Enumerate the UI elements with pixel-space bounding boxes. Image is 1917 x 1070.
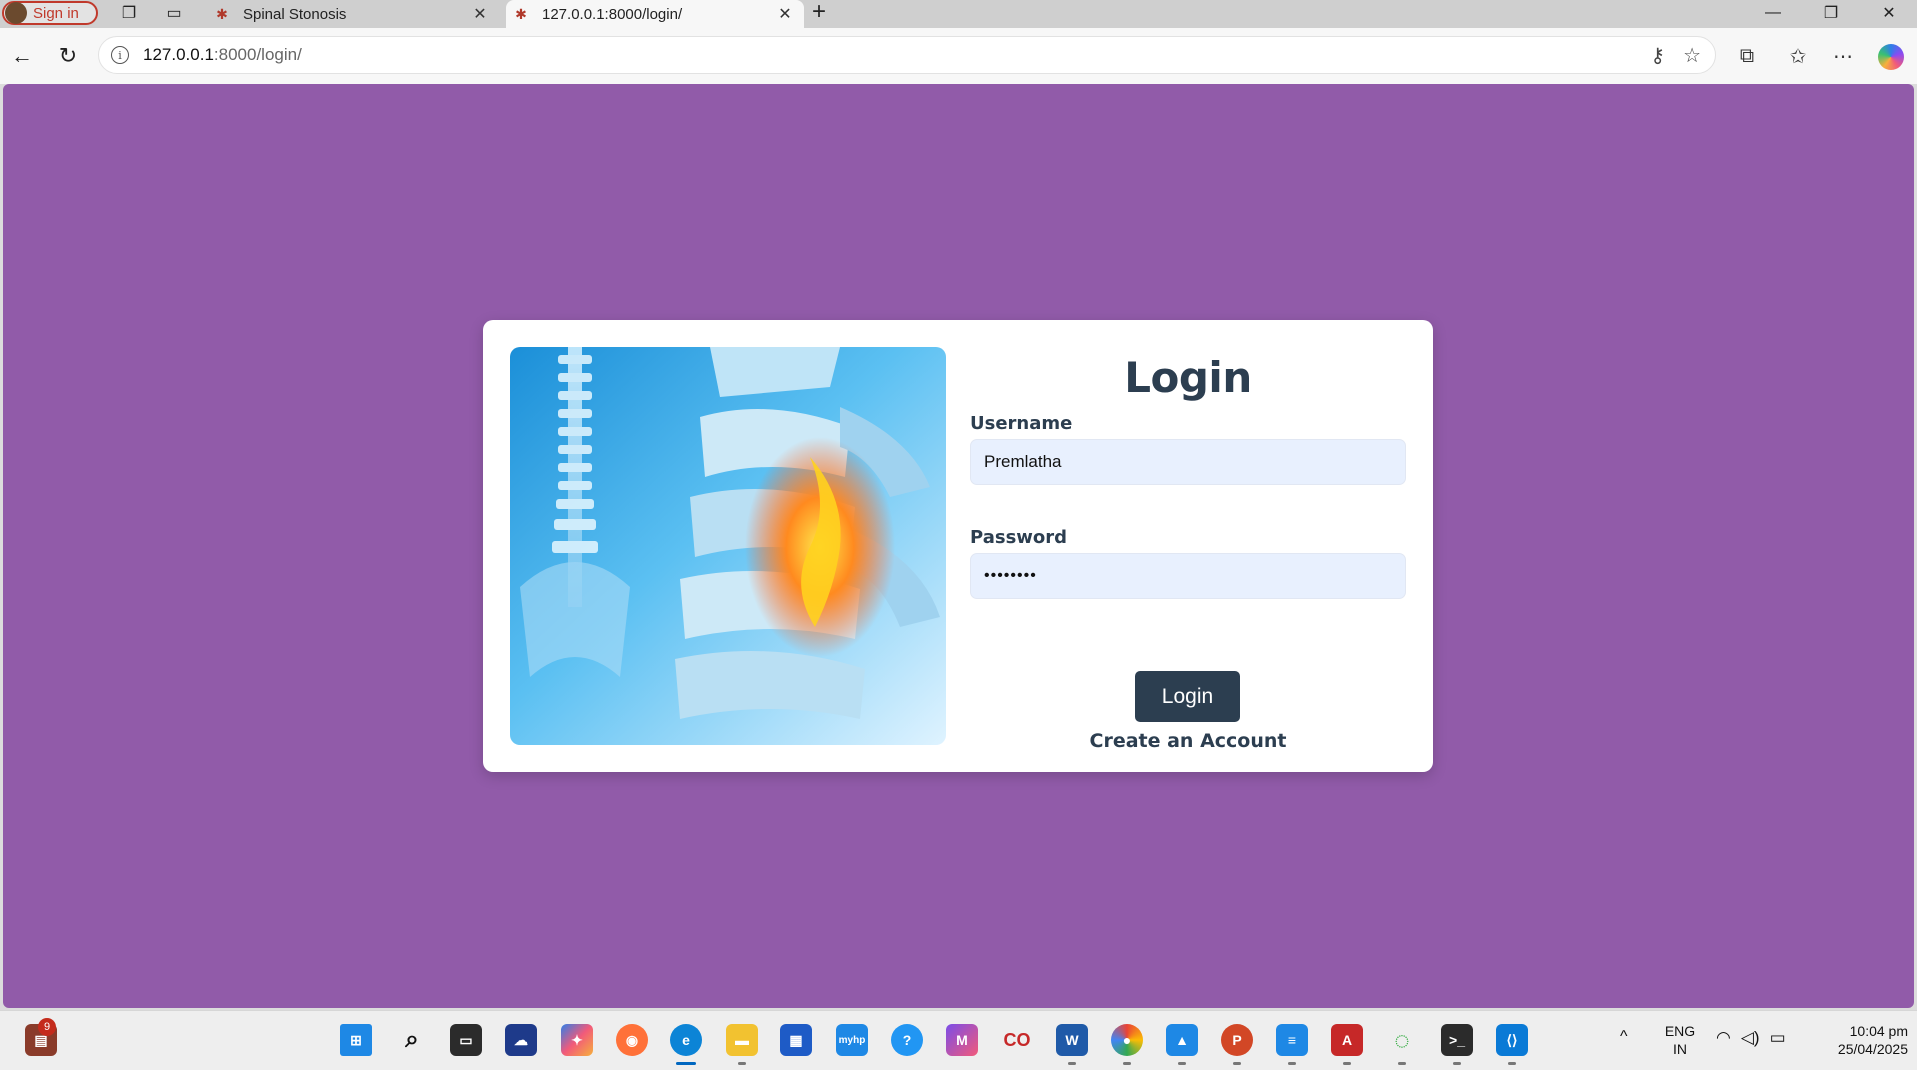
page-title: Login (1124, 353, 1252, 402)
vscode-icon[interactable]: ⟨⟩ (1496, 1024, 1528, 1065)
wifi-icon[interactable]: ◠ (1716, 1028, 1731, 1048)
login-form: Login Username Password Login Create an … (970, 347, 1406, 752)
profile-avatar (5, 2, 27, 24)
password-label: Password (970, 527, 1068, 548)
minimize-button[interactable]: — (1750, 0, 1796, 26)
help-icon[interactable]: ? (891, 1024, 923, 1056)
tab-title: 127.0.0.1:8000/login/ (542, 5, 683, 23)
tab-login[interactable]: ✱ 127.0.0.1:8000/login/ ✕ (506, 0, 804, 28)
tab-favicon: ✱ (515, 5, 527, 22)
site-info-icon[interactable]: i (111, 46, 129, 64)
close-tab-icon[interactable]: ✕ (774, 4, 796, 24)
close-tab-icon[interactable]: ✕ (469, 4, 491, 24)
taskbar-clock[interactable]: 10:04 pm 25/04/2025 (1808, 1022, 1908, 1058)
myhp-icon[interactable]: myhp (836, 1024, 868, 1056)
onedrive-icon[interactable]: ☁ (505, 1024, 537, 1056)
more-menu-icon[interactable]: ⋯ (1829, 42, 1857, 70)
search-icon[interactable]: ⌕ (396, 1024, 428, 1056)
notification-badge: 9 (38, 1018, 56, 1036)
login-card: Login Username Password Login Create an … (483, 320, 1433, 772)
task-view-icon[interactable]: ▭ (450, 1024, 482, 1056)
volume-icon[interactable]: ◁) (1741, 1028, 1760, 1048)
chrome-icon[interactable]: ● (1111, 1024, 1143, 1065)
workspaces-icon[interactable]: ❐ (117, 2, 141, 24)
windows-taskbar: ▤ ⊞ ⌕ ▭ ☁ ✦ ◉ e ▬ ▦ myhp ? M CO W ● ▲ P … (0, 1010, 1917, 1070)
restore-button[interactable]: ❐ (1808, 0, 1854, 26)
key-icon[interactable]: ⚷ (1650, 43, 1665, 68)
loading-app-icon[interactable]: ◌ (1386, 1024, 1418, 1065)
favorite-star-icon[interactable]: ☆ (1683, 43, 1701, 68)
tab-title: Spinal Stonosis (243, 5, 347, 23)
refresh-button[interactable]: ↻ (54, 42, 82, 70)
spine-xray-image (510, 347, 946, 745)
word-icon[interactable]: W (1056, 1024, 1088, 1065)
edge-icon[interactable]: e (670, 1024, 702, 1065)
photos-icon[interactable]: ▲ (1166, 1024, 1198, 1065)
create-account-link[interactable]: Create an Account (970, 730, 1406, 752)
browser-tab-strip: Sign in ❐ ▭ ✱ Spinal Stonosis ✕ ✱ 127.0.… (0, 0, 1917, 28)
page-viewport: Login Username Password Login Create an … (3, 84, 1914, 1008)
language-indicator[interactable]: ENG IN (1662, 1022, 1698, 1058)
vertical-tabs-icon[interactable]: ▭ (162, 2, 186, 24)
url-text[interactable]: 127.0.0.1:8000/login/ (143, 45, 302, 65)
username-input[interactable] (970, 439, 1406, 485)
copilot-app-icon[interactable]: ✦ (561, 1024, 593, 1056)
file-explorer-icon[interactable]: ▬ (726, 1024, 758, 1065)
tab-spinal-stonosis[interactable]: ✱ Spinal Stonosis ✕ (207, 0, 499, 28)
coursera-icon[interactable]: CO (1001, 1024, 1033, 1056)
clock-date: 25/04/2025 (1837, 1041, 1908, 1057)
firefox-icon[interactable]: ◉ (616, 1024, 648, 1056)
powerpoint-icon[interactable]: P (1221, 1024, 1253, 1065)
m365-icon[interactable]: M (946, 1024, 978, 1056)
acrobat-icon[interactable]: A (1331, 1024, 1363, 1065)
store-icon[interactable]: ▦ (780, 1024, 812, 1056)
favorites-icon[interactable]: ✩ (1784, 42, 1812, 70)
password-input[interactable] (970, 553, 1406, 599)
username-label: Username (970, 413, 1073, 434)
battery-icon[interactable]: ▭ (1770, 1028, 1786, 1048)
profile-label: Sign in (33, 4, 79, 22)
browser-toolbar: ← ↻ i 127.0.0.1:8000/login/ ⚷ ☆ ⧉ ✩ ⋯ (0, 28, 1917, 84)
address-bar[interactable]: i 127.0.0.1:8000/login/ ⚷ ☆ (98, 36, 1716, 74)
notepad-icon[interactable]: ≡ (1276, 1024, 1308, 1065)
system-tray: ◠ ◁) ▭ (1716, 1028, 1786, 1048)
copilot-icon[interactable] (1878, 44, 1904, 70)
terminal-icon[interactable]: >_ (1441, 1024, 1473, 1065)
close-window-button[interactable]: ✕ (1866, 0, 1912, 26)
clock-time: 10:04 pm (1849, 1023, 1908, 1039)
tab-favicon: ✱ (216, 5, 228, 22)
login-button[interactable]: Login (1135, 671, 1240, 722)
extensions-icon[interactable]: ⧉ (1733, 42, 1761, 70)
back-button[interactable]: ← (8, 42, 36, 70)
chevron-up-icon[interactable]: ^ (1620, 1028, 1628, 1046)
profile-button[interactable]: Sign in (2, 1, 98, 25)
start-icon[interactable]: ⊞ (340, 1024, 372, 1056)
new-tab-button[interactable]: + (812, 0, 826, 24)
